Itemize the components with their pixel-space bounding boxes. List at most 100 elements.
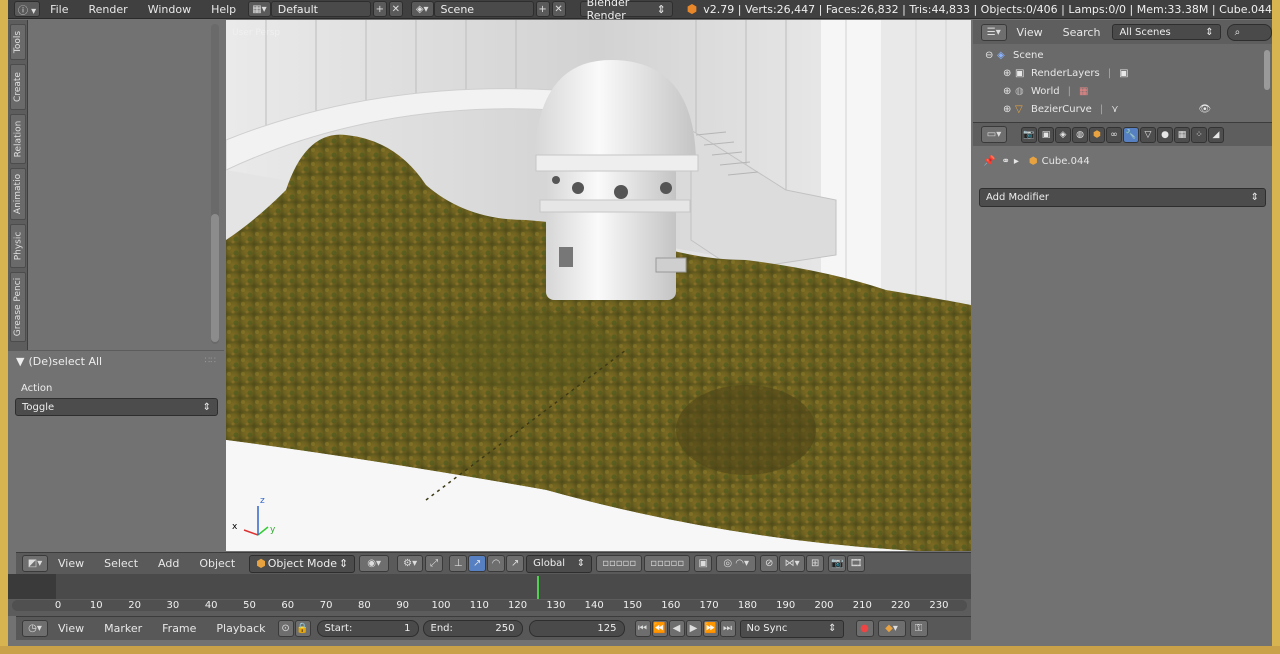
render-tab-icon[interactable]: 📷 [1021,126,1037,143]
timeline-editor-icon[interactable]: ◷▾ [22,620,48,637]
timeline[interactable]: 0 10 20 30 40 50 60 70 80 90 100 110 120 130 140 150 160… [8,574,971,616]
scale-icon[interactable]: ↗ [506,555,525,572]
physics-tab-icon[interactable]: ◢ [1208,126,1224,143]
properties-editor-icon[interactable]: ▭▾ [981,126,1007,143]
snap-target-icon[interactable]: ⋈▾ [779,555,806,572]
current-frame-field[interactable]: 125 [528,620,625,637]
collapse-icon[interactable]: ⊖ [985,50,997,61]
menu-playback[interactable]: Playback [206,622,275,635]
scene-select[interactable]: Scene [433,1,534,17]
prev-keyframe-icon[interactable]: ⏪ [651,620,668,637]
rotate-icon[interactable]: ◠ [487,555,506,572]
menu-outliner-view[interactable]: View [1007,26,1053,39]
layers-grid-a[interactable]: ▫▫▫▫▫ [596,555,643,572]
expand-icon[interactable]: ⊕ [1003,68,1015,79]
jump-end-icon[interactable]: ⏭ [719,620,736,637]
expand-icon[interactable]: ⊕ [1003,104,1015,115]
world-tab-icon[interactable]: ◍ [1072,126,1088,143]
tab-animation[interactable]: Animatio [10,168,26,220]
keying-key-icon[interactable]: ⚿ [909,620,928,637]
shading-icon[interactable]: ◉▾ [359,555,390,572]
mode-select[interactable]: ⬢ Object Mode ⇕ [249,554,356,573]
menu-view[interactable]: View [48,557,94,570]
proportional-edit-icon[interactable]: ◎ ◠▾ [716,555,757,572]
layer-lock-icon[interactable]: ▣ [694,555,713,572]
operator-panel-header[interactable]: ▼ (De)select All [16,355,102,368]
action-select[interactable]: Toggle ⇕ [15,398,218,416]
manipulator-icon[interactable]: ⤢ [425,555,444,572]
render-anim-icon[interactable]: 🎞 [847,555,866,572]
eye-icon[interactable]: 👁 [1199,104,1212,115]
object-tab-icon[interactable]: ⬢ [1089,126,1105,143]
snap-icon[interactable]: ⊘ [760,555,779,572]
menu-tl-view[interactable]: View [48,622,94,635]
menu-select[interactable]: Select [94,557,148,570]
play-reverse-icon[interactable]: ◀ [668,620,685,637]
menu-marker[interactable]: Marker [94,622,152,635]
add-modifier-select[interactable]: Add Modifier ⇕ [979,188,1266,207]
outliner-search-input[interactable]: ⌕ [1226,23,1272,41]
tab-create[interactable]: Create [10,64,26,110]
3d-viewport[interactable]: User Persp x y z [226,20,971,551]
tab-grease-pencil[interactable]: Grease Penci [10,272,26,342]
particles-tab-icon[interactable]: ⁘ [1191,126,1207,143]
layout-icon[interactable]: ▦▾ [248,1,271,17]
orientation-select[interactable]: Global ⇕ [526,554,593,573]
end-frame-field[interactable]: End: 250 [422,620,523,637]
tab-tools[interactable]: Tools [10,24,26,60]
info-icon[interactable]: ⓘ ▾ [14,1,41,17]
menu-object[interactable]: Object [189,557,245,570]
scene-add-icon[interactable]: + [535,1,550,17]
material-tab-icon[interactable]: ● [1157,126,1173,143]
scene-icon[interactable]: ◈▾ [410,1,434,17]
keying-set-icon[interactable]: ◆ ▾ [877,620,906,637]
menu-add[interactable]: Add [148,557,189,570]
menu-render[interactable]: Render [79,3,138,16]
start-frame-field[interactable]: Start: 1 [316,620,419,637]
outliner-row-scene[interactable]: ⊖ ◈ Scene [973,46,1263,64]
jump-start-icon[interactable]: ⏮ [634,620,651,637]
tool-scrollbar-thumb[interactable] [211,214,219,342]
render-engine-select[interactable]: Blender Render ⇕ [579,0,673,22]
expand-icon[interactable]: ⊕ [1003,86,1015,97]
play-icon[interactable]: ▶ [685,620,702,637]
constraints-tab-icon[interactable]: ∞ [1106,126,1122,143]
outliner-row-beziercurve[interactable]: ⊕ ▽ BezierCurve | ⋎ 👁 [973,100,1263,118]
layers-grid-b[interactable]: ▫▫▫▫▫ [644,555,691,572]
modifiers-tab-icon[interactable]: 🔧 [1123,126,1139,143]
tab-physics[interactable]: Physic [10,224,26,268]
menu-frame[interactable]: Frame [152,622,206,635]
layout-select[interactable]: Default [270,1,371,17]
display-mode-select[interactable]: All Scenes ⇕ [1112,24,1221,40]
playhead[interactable] [536,576,539,599]
snap-element-icon[interactable]: ⊞ [806,555,825,572]
record-icon[interactable]: ● [855,620,874,637]
texture-tab-icon[interactable]: ▦ [1174,126,1190,143]
pivot-icon[interactable]: ⚙▾ [397,555,424,572]
data-tab-icon[interactable]: ▽ [1140,126,1156,143]
lock-icon[interactable]: 🔒 [294,620,311,637]
menu-window[interactable]: Window [138,3,201,16]
transform-icon[interactable]: ⊥ [449,555,468,572]
layout-close-icon[interactable]: ✕ [388,1,403,17]
outliner-editor-icon[interactable]: ☰▾ [981,23,1007,41]
scene-close-icon[interactable]: ✕ [551,1,566,17]
render-layers-tab-icon[interactable]: ▣ [1038,126,1054,143]
layout-add-icon[interactable]: + [372,1,387,17]
outliner-row-renderlayers[interactable]: ⊕ ▣ RenderLayers | ▣ [973,64,1263,82]
menu-file[interactable]: File [40,3,78,16]
next-keyframe-icon[interactable]: ⏩ [702,620,719,637]
tab-relation[interactable]: Relation [10,114,26,164]
render-image-icon[interactable]: 📷 [828,555,847,572]
grip-icon[interactable]: ∷∷ [205,356,216,366]
editor-type-icon[interactable]: ◩▾ [22,555,48,572]
outliner-row-world[interactable]: ⊕ ◍ World | ▦ [973,82,1263,100]
outliner-scrollbar[interactable] [1264,50,1270,90]
sync-select[interactable]: No Sync ⇕ [739,619,844,638]
timeline-ruler[interactable] [56,574,971,599]
pin-icon[interactable]: 📌 [983,156,995,167]
menu-outliner-search[interactable]: Search [1053,26,1111,39]
translate-icon[interactable]: ↗ [468,555,487,572]
scene-tab-icon[interactable]: ◈ [1055,126,1071,143]
menu-help[interactable]: Help [201,3,246,16]
